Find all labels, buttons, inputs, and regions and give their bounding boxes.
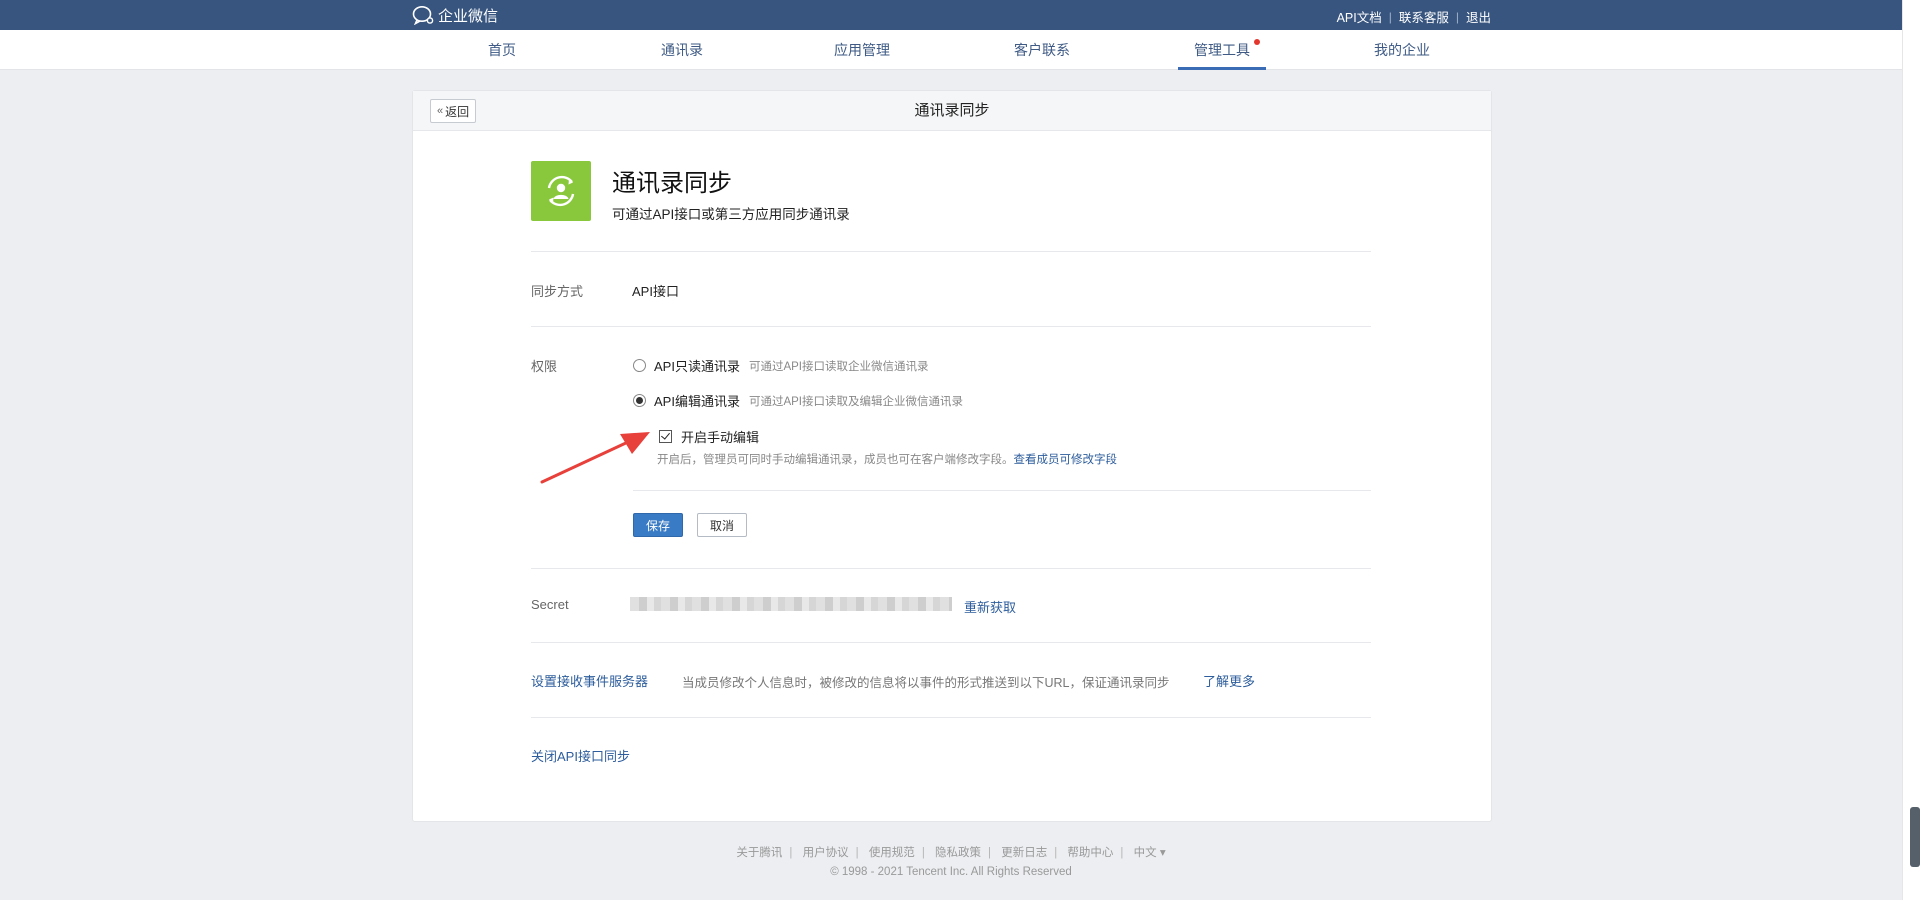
editable-fields-link[interactable]: 查看成员可修改字段 bbox=[1014, 454, 1118, 466]
footer-link-agreement[interactable]: 用户协议 bbox=[803, 847, 849, 859]
secret-label: Secret bbox=[531, 597, 569, 612]
card-header: 通讯录同步 « 返回 bbox=[413, 91, 1491, 131]
divider bbox=[531, 251, 1371, 252]
footer-links: 关于腾讯 | 用户协议 | 使用规范 | 隐私政策 | 更新日志 | 帮助中心 | 中文 ▾ bbox=[736, 847, 1166, 859]
logout-link[interactable]: 退出 bbox=[1466, 7, 1491, 26]
footer-link-about[interactable]: 关于腾讯 bbox=[736, 847, 782, 859]
language-select[interactable]: 中文 ▾ bbox=[1134, 847, 1166, 859]
event-server-hint: 当成员修改个人信息时，被修改的信息将以事件的形式推送到以下URL，保证通讯录同步 bbox=[682, 676, 1170, 690]
close-api-sync-link[interactable]: 关闭API接口同步 bbox=[531, 746, 630, 765]
copyright: © 1998 - 2021 Tencent Inc. All Rights Re… bbox=[830, 866, 1072, 878]
footer-link-changelog[interactable]: 更新日志 bbox=[1001, 847, 1047, 859]
red-arrow-annotation bbox=[540, 432, 650, 484]
radio-edit[interactable]: API编辑通讯录 可通过API接口读取及编辑企业微信通讯录 bbox=[633, 391, 963, 410]
radio-readonly[interactable]: API只读通讯录 可通过API接口读取企业微信通讯录 bbox=[633, 356, 929, 375]
sync-method-value: API接口 bbox=[632, 284, 679, 299]
manual-edit-checkbox-row[interactable]: 开启手动编辑 bbox=[659, 427, 759, 446]
manual-edit-checkbox[interactable] bbox=[659, 430, 672, 443]
main-nav: 首页 通讯录 应用管理 客户联系 管理工具 我的企业 bbox=[0, 30, 1902, 70]
nav-item-contacts[interactable]: 通讯录 bbox=[622, 30, 742, 70]
app-name: 通讯录同步 bbox=[612, 170, 732, 197]
permission-label: 权限 bbox=[531, 359, 558, 374]
app-description: 可通过API接口或第三方应用同步通讯录 bbox=[612, 207, 850, 222]
logo[interactable]: 企业微信 bbox=[412, 5, 498, 25]
radio-button[interactable] bbox=[633, 359, 646, 372]
back-button[interactable]: « 返回 bbox=[430, 99, 477, 123]
manual-edit-hint-text: 开启后，管理员可同时手动编辑通讯录，成员也可在客户端修改字段。 bbox=[657, 454, 1014, 466]
nav-item-tools-label: 管理工具 bbox=[1194, 42, 1250, 58]
double-chevron-left-icon: « bbox=[437, 105, 444, 117]
radio-readonly-label: API只读通讯录 bbox=[654, 359, 740, 374]
active-underline bbox=[1178, 67, 1266, 70]
radio-button-checked[interactable] bbox=[633, 394, 646, 407]
notification-dot bbox=[1254, 39, 1260, 45]
divider bbox=[633, 490, 1371, 491]
secret-value-blurred bbox=[630, 597, 952, 611]
footer-link-rules[interactable]: 使用规范 bbox=[869, 847, 915, 859]
manual-edit-label: 开启手动编辑 bbox=[681, 430, 760, 445]
wework-logo-icon bbox=[412, 6, 434, 25]
logo-text: 企业微信 bbox=[438, 7, 499, 25]
radio-edit-hint: 可通过API接口读取及编辑企业微信通讯录 bbox=[748, 395, 964, 408]
separator: | bbox=[1388, 9, 1392, 24]
separator: | bbox=[1455, 9, 1459, 24]
back-button-label: 返回 bbox=[445, 104, 470, 119]
contact-sync-icon bbox=[547, 175, 575, 207]
learn-more-link[interactable]: 了解更多 bbox=[1203, 671, 1255, 690]
nav-item-customer[interactable]: 客户联系 bbox=[982, 30, 1102, 70]
scrollbar-thumb[interactable] bbox=[1910, 807, 1920, 867]
event-server-link[interactable]: 设置接收事件服务器 bbox=[531, 671, 648, 690]
manual-edit-hint: 开启后，管理员可同时手动编辑通讯录，成员也可在客户端修改字段。查看成员可修改字段 bbox=[657, 451, 1117, 467]
footer-link-privacy[interactable]: 隐私政策 bbox=[935, 847, 981, 859]
save-button[interactable]: 保存 bbox=[633, 513, 683, 537]
refresh-secret-link[interactable]: 重新获取 bbox=[964, 597, 1016, 616]
api-docs-link[interactable]: API文档 bbox=[1337, 7, 1382, 26]
divider bbox=[531, 717, 1371, 718]
check-icon bbox=[661, 430, 670, 440]
nav-item-company[interactable]: 我的企业 bbox=[1342, 30, 1462, 70]
divider bbox=[531, 642, 1371, 643]
nav-item-apps[interactable]: 应用管理 bbox=[802, 30, 922, 70]
scrollbar-track[interactable] bbox=[1902, 0, 1920, 900]
page-title: 通讯录同步 bbox=[914, 102, 990, 119]
app-icon bbox=[531, 161, 591, 221]
divider bbox=[531, 326, 1371, 327]
top-links: API文档 | 联系客服 | 退出 bbox=[1337, 7, 1491, 26]
sync-method-label: 同步方式 bbox=[531, 284, 584, 299]
nav-item-tools[interactable]: 管理工具 bbox=[1162, 30, 1282, 70]
radio-readonly-hint: 可通过API接口读取企业微信通讯录 bbox=[748, 360, 929, 373]
nav-item-home[interactable]: 首页 bbox=[442, 30, 562, 70]
divider bbox=[531, 568, 1371, 569]
top-bar: 企业微信 API文档 | 联系客服 | 退出 bbox=[0, 0, 1902, 30]
footer-link-help[interactable]: 帮助中心 bbox=[1067, 847, 1113, 859]
cancel-button[interactable]: 取消 bbox=[697, 513, 747, 537]
radio-edit-label: API编辑通讯录 bbox=[654, 394, 740, 409]
contact-support-link[interactable]: 联系客服 bbox=[1399, 7, 1449, 26]
